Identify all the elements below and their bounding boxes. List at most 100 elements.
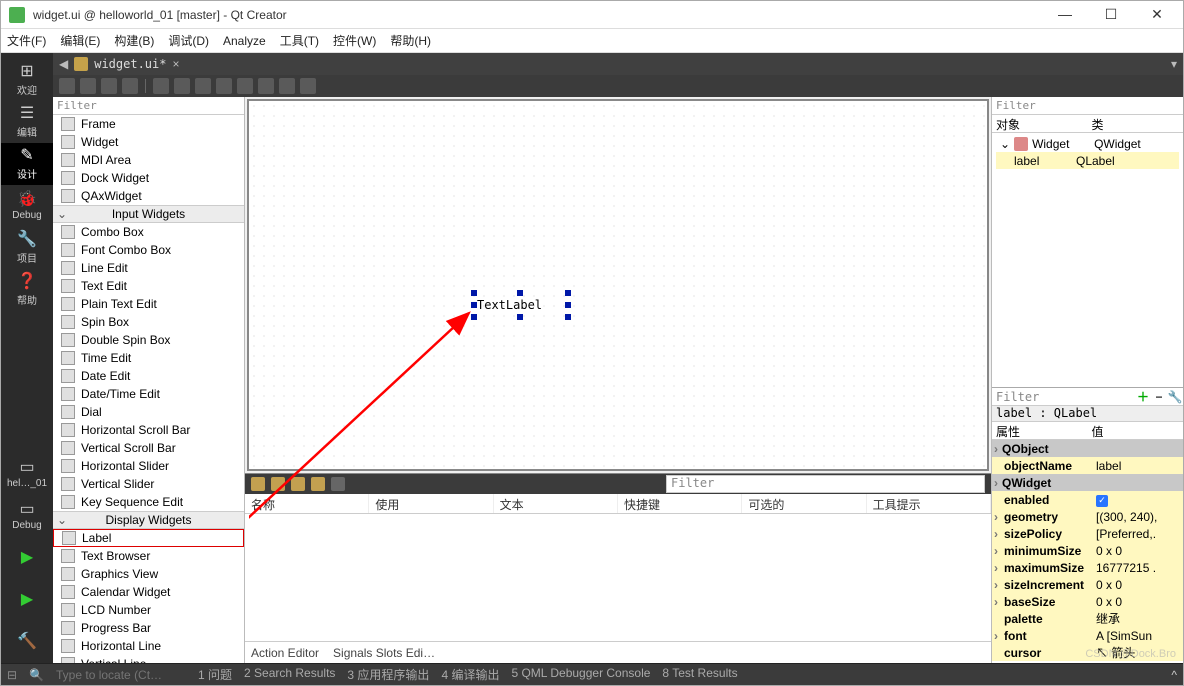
property-filter[interactable]: Filter bbox=[992, 390, 1135, 404]
tool-adjust-size[interactable] bbox=[300, 78, 316, 94]
menu-item[interactable]: 工具(T) bbox=[280, 32, 319, 49]
widget-box-filter[interactable]: Filter bbox=[53, 97, 244, 115]
property-row[interactable]: baseSize0 x 0 bbox=[992, 593, 1183, 610]
widget-item-text-edit[interactable]: Text Edit bbox=[53, 277, 244, 295]
widget-item-spin-box[interactable]: Spin Box bbox=[53, 313, 244, 331]
widget-item-key-sequence-edit[interactable]: Key Sequence Edit bbox=[53, 493, 244, 511]
widget-item-line-edit[interactable]: Line Edit bbox=[53, 259, 244, 277]
output-pane-button[interactable]: 2 Search Results bbox=[244, 666, 335, 683]
panel-tab[interactable]: Action Editor bbox=[251, 646, 319, 660]
tool-edit-tabs[interactable] bbox=[122, 78, 138, 94]
object-tree-row[interactable]: labelQLabel bbox=[996, 152, 1179, 169]
kit-button[interactable]: ▭Debug bbox=[1, 495, 53, 537]
tool-layout-grid[interactable] bbox=[237, 78, 253, 94]
widget-item-calendar-widget[interactable]: Calendar Widget bbox=[53, 583, 244, 601]
output-pane-button[interactable]: 1 问题 bbox=[198, 666, 232, 683]
close-pane-icon[interactable]: ⊟ bbox=[7, 668, 17, 682]
action-delete-icon[interactable] bbox=[311, 477, 325, 491]
widget-item-dial[interactable]: Dial bbox=[53, 403, 244, 421]
add-property-icon[interactable]: ＋ bbox=[1135, 389, 1151, 405]
column-header[interactable]: 对象 bbox=[992, 115, 1088, 132]
widget-item-frame[interactable]: Frame bbox=[53, 115, 244, 133]
form-canvas[interactable]: TextLabel bbox=[247, 99, 989, 471]
kit-button[interactable]: 🔨 bbox=[1, 621, 53, 663]
widget-item-horizontal-slider[interactable]: Horizontal Slider bbox=[53, 457, 244, 475]
menu-item[interactable]: 文件(F) bbox=[7, 32, 46, 49]
column-header[interactable]: 使用 bbox=[369, 494, 493, 513]
widget-item-time-edit[interactable]: Time Edit bbox=[53, 349, 244, 367]
column-header[interactable]: 可选的 bbox=[742, 494, 866, 513]
menu-item[interactable]: 调试(D) bbox=[168, 32, 209, 49]
tool-layout-h[interactable] bbox=[153, 78, 169, 94]
property-row[interactable]: minimumSize0 x 0 bbox=[992, 542, 1183, 559]
tool-layout-vs[interactable] bbox=[216, 78, 232, 94]
column-header[interactable]: 文本 bbox=[494, 494, 618, 513]
action-edit-icon[interactable] bbox=[331, 477, 345, 491]
menu-item[interactable]: 帮助(H) bbox=[390, 32, 431, 49]
tool-layout-form[interactable] bbox=[258, 78, 274, 94]
widget-item-combo-box[interactable]: Combo Box bbox=[53, 223, 244, 241]
remove-property-icon[interactable]: − bbox=[1151, 389, 1167, 405]
minimize-button[interactable]: — bbox=[1051, 6, 1079, 23]
widget-item-dock-widget[interactable]: Dock Widget bbox=[53, 169, 244, 187]
widget-item-text-browser[interactable]: Text Browser bbox=[53, 547, 244, 565]
action-new-icon[interactable] bbox=[251, 477, 265, 491]
close-button[interactable]: ✕ bbox=[1143, 6, 1171, 23]
widget-item-horizontal-line[interactable]: Horizontal Line bbox=[53, 637, 244, 655]
object-filter[interactable]: Filter bbox=[992, 97, 1183, 115]
column-header[interactable]: 名称 bbox=[245, 494, 369, 513]
column-header[interactable]: 值 bbox=[1088, 422, 1184, 439]
widget-item-horizontal-scroll-bar[interactable]: Horizontal Scroll Bar bbox=[53, 421, 244, 439]
widget-item-qaxwidget[interactable]: QAxWidget bbox=[53, 187, 244, 205]
tool-break-layout[interactable] bbox=[279, 78, 295, 94]
widget-item-vertical-slider[interactable]: Vertical Slider bbox=[53, 475, 244, 493]
tab-close-icon[interactable]: × bbox=[172, 57, 179, 71]
column-header[interactable]: 工具提示 bbox=[867, 494, 991, 513]
object-tree-row[interactable]: ⌄WidgetQWidget bbox=[996, 135, 1179, 152]
mode-帮助[interactable]: ❓帮助 bbox=[1, 269, 53, 311]
widget-group-header[interactable]: ⌄Input Widgets bbox=[53, 205, 244, 223]
property-row[interactable]: QWidget bbox=[992, 474, 1183, 491]
widget-item-mdi-area[interactable]: MDI Area bbox=[53, 151, 244, 169]
widget-item-label[interactable]: Label bbox=[53, 529, 244, 547]
menu-item[interactable]: Analyze bbox=[223, 34, 266, 48]
widget-item-lcd-number[interactable]: LCD Number bbox=[53, 601, 244, 619]
property-row[interactable]: QObject bbox=[992, 440, 1183, 457]
tool-layout-hs[interactable] bbox=[195, 78, 211, 94]
property-settings-icon[interactable]: 🔧 bbox=[1167, 389, 1183, 405]
widget-item-graphics-view[interactable]: Graphics View bbox=[53, 565, 244, 583]
kit-button[interactable]: ▭hel…_01 bbox=[1, 453, 53, 495]
tool-edit-widgets[interactable] bbox=[59, 78, 75, 94]
kit-button[interactable]: ▶ bbox=[1, 537, 53, 579]
widget-item-widget[interactable]: Widget bbox=[53, 133, 244, 151]
property-row[interactable]: objectNamelabel bbox=[992, 457, 1183, 474]
menu-item[interactable]: 编辑(E) bbox=[60, 32, 100, 49]
column-header[interactable]: 类 bbox=[1088, 115, 1184, 132]
property-row[interactable]: palette继承 bbox=[992, 610, 1183, 627]
tool-edit-signals[interactable] bbox=[80, 78, 96, 94]
output-pane-button[interactable]: 5 QML Debugger Console bbox=[511, 666, 650, 683]
property-row[interactable]: enabled✓ bbox=[992, 491, 1183, 508]
menu-item[interactable]: 构建(B) bbox=[114, 32, 154, 49]
widget-item-plain-text-edit[interactable]: Plain Text Edit bbox=[53, 295, 244, 313]
maximize-button[interactable]: ☐ bbox=[1097, 6, 1125, 23]
panel-tab[interactable]: Signals Slots Edi… bbox=[333, 646, 435, 660]
mode-欢迎[interactable]: ⊞欢迎 bbox=[1, 59, 53, 101]
mode-编辑[interactable]: ☰编辑 bbox=[1, 101, 53, 143]
tool-edit-buddies[interactable] bbox=[101, 78, 117, 94]
mode-设计[interactable]: ✎设计 bbox=[1, 143, 53, 185]
menu-item[interactable]: 控件(W) bbox=[333, 32, 376, 49]
mode-Debug[interactable]: 🐞Debug bbox=[1, 185, 53, 227]
tab-dropdown-icon[interactable]: ▾ bbox=[1171, 57, 1177, 71]
action-filter[interactable]: Filter bbox=[666, 475, 985, 493]
property-row[interactable]: sizeIncrement0 x 0 bbox=[992, 576, 1183, 593]
label-widget[interactable]: TextLabel bbox=[475, 294, 567, 316]
property-row[interactable]: fontA [SimSun bbox=[992, 627, 1183, 644]
kit-button[interactable]: ▶ bbox=[1, 579, 53, 621]
widget-item-double-spin-box[interactable]: Double Spin Box bbox=[53, 331, 244, 349]
output-pane-button[interactable]: 3 应用程序输出 bbox=[347, 666, 429, 683]
column-header[interactable]: 快捷键 bbox=[618, 494, 742, 513]
action-paste-icon[interactable] bbox=[291, 477, 305, 491]
column-header[interactable]: 属性 bbox=[992, 422, 1088, 439]
widget-item-date/time-edit[interactable]: Date/Time Edit bbox=[53, 385, 244, 403]
